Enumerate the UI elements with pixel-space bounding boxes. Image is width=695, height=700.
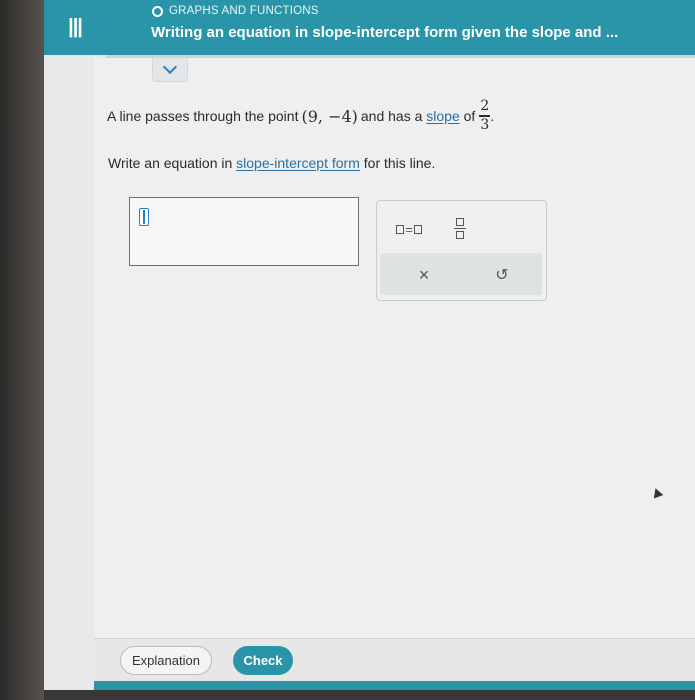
denominator-box-icon [456, 230, 464, 239]
prompt-text-end: for this line. [363, 155, 436, 171]
close-icon: × [418, 264, 430, 285]
prompt-text: Write an equation in [108, 155, 233, 171]
main-content: A line passes through the point (9, −4) … [94, 58, 695, 638]
keypad-action-row: × ↺ [380, 253, 542, 295]
placeholder-box-icon [396, 224, 405, 234]
math-keypad: = × ↺ [376, 200, 547, 301]
input-cursor-icon [139, 208, 149, 226]
screen: ||| GRAPHS AND FUNCTIONS Writing an equa… [44, 0, 695, 700]
topic-label: GRAPHS AND FUNCTIONS [169, 5, 319, 17]
page-title: Writing an equation in slope-intercept f… [151, 24, 619, 41]
header-bar: ||| GRAPHS AND FUNCTIONS Writing an equa… [44, 0, 695, 55]
problem-statement: A line passes through the point (9, −4) … [107, 96, 494, 136]
numerator-box-icon [456, 217, 464, 226]
answer-input[interactable] [129, 197, 359, 266]
problem-period: . [490, 108, 495, 124]
undo-icon: ↺ [495, 267, 509, 284]
action-bar: Explanation Check [94, 638, 695, 681]
device-bezel-bottom [44, 690, 695, 700]
slope-intercept-form-link[interactable]: slope-intercept form [236, 155, 360, 171]
slope-numerator: 2 [480, 98, 490, 115]
prompt: Write an equation in slope-intercept for… [108, 155, 435, 171]
hamburger-menu-icon: ||| [68, 16, 83, 38]
problem-text: A line passes through the point [107, 108, 299, 124]
collapse-toggle[interactable] [152, 58, 188, 82]
check-button[interactable]: Check [233, 646, 293, 675]
slope-denominator: 3 [480, 116, 490, 133]
problem-text-of: of [463, 108, 476, 124]
mouse-pointer-icon [650, 486, 664, 499]
topic-circle-icon [152, 5, 163, 17]
menu-button[interactable]: ||| [44, 0, 106, 55]
fraction-template-button[interactable] [445, 212, 475, 244]
slope-fraction: 2 3 [479, 98, 491, 133]
slope-link[interactable]: slope [426, 108, 459, 124]
problem-text-middle: and has a [360, 108, 423, 124]
clear-button[interactable]: × [410, 261, 438, 289]
equation-template-button[interactable]: = [389, 217, 429, 241]
equals-sign: = [405, 221, 413, 237]
topic-row: GRAPHS AND FUNCTIONS [152, 3, 319, 19]
placeholder-box-icon [413, 224, 422, 234]
explanation-button[interactable]: Explanation [120, 646, 212, 675]
point-value: (9, −4) [301, 106, 358, 126]
fraction-bar-icon [454, 227, 466, 229]
undo-button[interactable]: ↺ [488, 261, 516, 289]
device-bezel [0, 0, 44, 700]
chevron-down-icon [162, 59, 178, 75]
